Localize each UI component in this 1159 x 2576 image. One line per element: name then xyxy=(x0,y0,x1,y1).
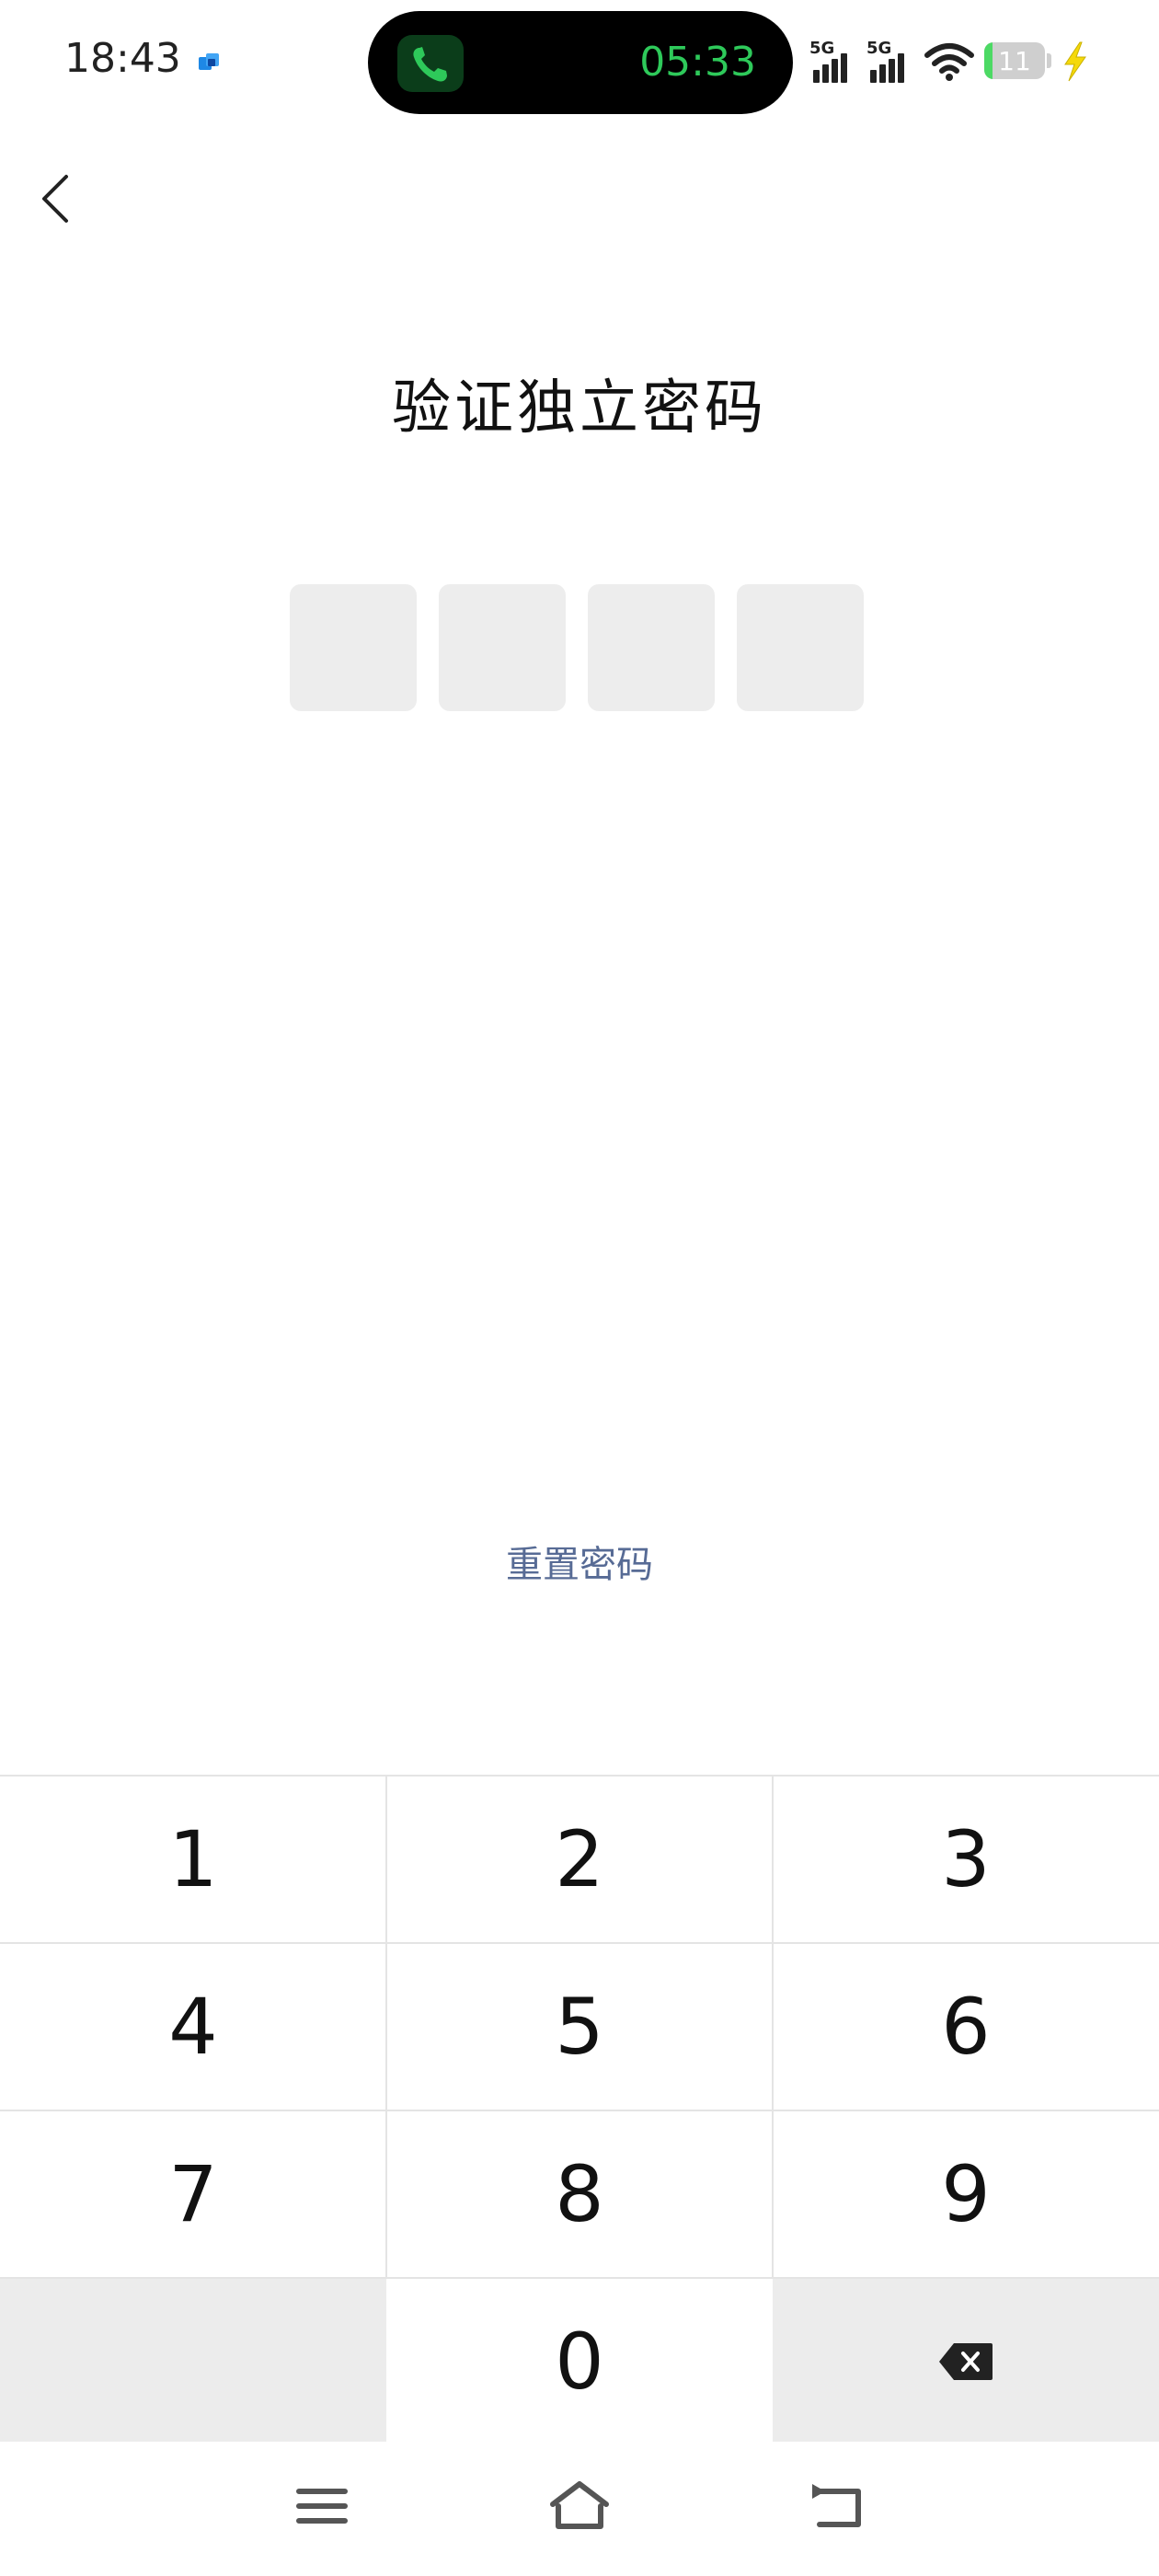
signal-icon: 5G xyxy=(809,39,857,83)
call-pill[interactable]: 05:33 xyxy=(368,11,793,114)
battery-icon: 11 xyxy=(984,42,1045,79)
key-6[interactable]: 6 xyxy=(773,1944,1159,2110)
home-icon[interactable] xyxy=(547,2478,612,2534)
key-5[interactable]: 5 xyxy=(386,1944,773,2110)
chevron-left-icon xyxy=(42,175,68,223)
battery-level: 11 xyxy=(998,46,1031,76)
status-bar: 18:43 05:33 5G 5G 11 xyxy=(0,0,1159,124)
navigation-bar xyxy=(0,2442,1159,2576)
signal-icon: 5G xyxy=(866,39,914,83)
key-1[interactable]: 1 xyxy=(0,1777,386,1942)
page-title: 验证独立密码 xyxy=(392,374,767,443)
signal-label: 5G xyxy=(809,39,835,58)
wifi-icon xyxy=(924,43,974,81)
backspace-key[interactable] xyxy=(773,2279,1159,2444)
menu-icon[interactable] xyxy=(290,2478,354,2534)
key-4[interactable]: 4 xyxy=(0,1944,386,2110)
reset-password-link[interactable]: 重置密码 xyxy=(0,1535,1159,1588)
back-button[interactable] xyxy=(28,166,92,230)
key-7[interactable]: 7 xyxy=(0,2111,386,2277)
key-0[interactable]: 0 xyxy=(386,2279,773,2444)
key-9[interactable]: 9 xyxy=(773,2111,1159,2277)
pin-digit-box[interactable] xyxy=(439,584,566,711)
pin-input[interactable] xyxy=(290,584,869,713)
status-time: 18:43 xyxy=(64,35,181,82)
pin-digit-box[interactable] xyxy=(290,584,417,711)
key-8[interactable]: 8 xyxy=(386,2111,773,2277)
pin-digit-box[interactable] xyxy=(737,584,864,711)
key-blank xyxy=(0,2279,386,2444)
pin-digit-box[interactable] xyxy=(588,584,715,711)
charging-bolt-icon xyxy=(1064,41,1086,82)
number-keypad: 1 2 3 4 5 6 7 8 9 0 xyxy=(0,1775,1159,2444)
call-timer: 05:33 xyxy=(639,39,756,86)
key-2[interactable]: 2 xyxy=(386,1777,773,1942)
backspace-icon xyxy=(939,2343,993,2380)
phone-icon xyxy=(397,35,464,92)
signal-label: 5G xyxy=(866,39,892,58)
back-icon[interactable] xyxy=(805,2478,869,2534)
notification-app-icon xyxy=(199,53,219,70)
key-3[interactable]: 3 xyxy=(773,1777,1159,1942)
